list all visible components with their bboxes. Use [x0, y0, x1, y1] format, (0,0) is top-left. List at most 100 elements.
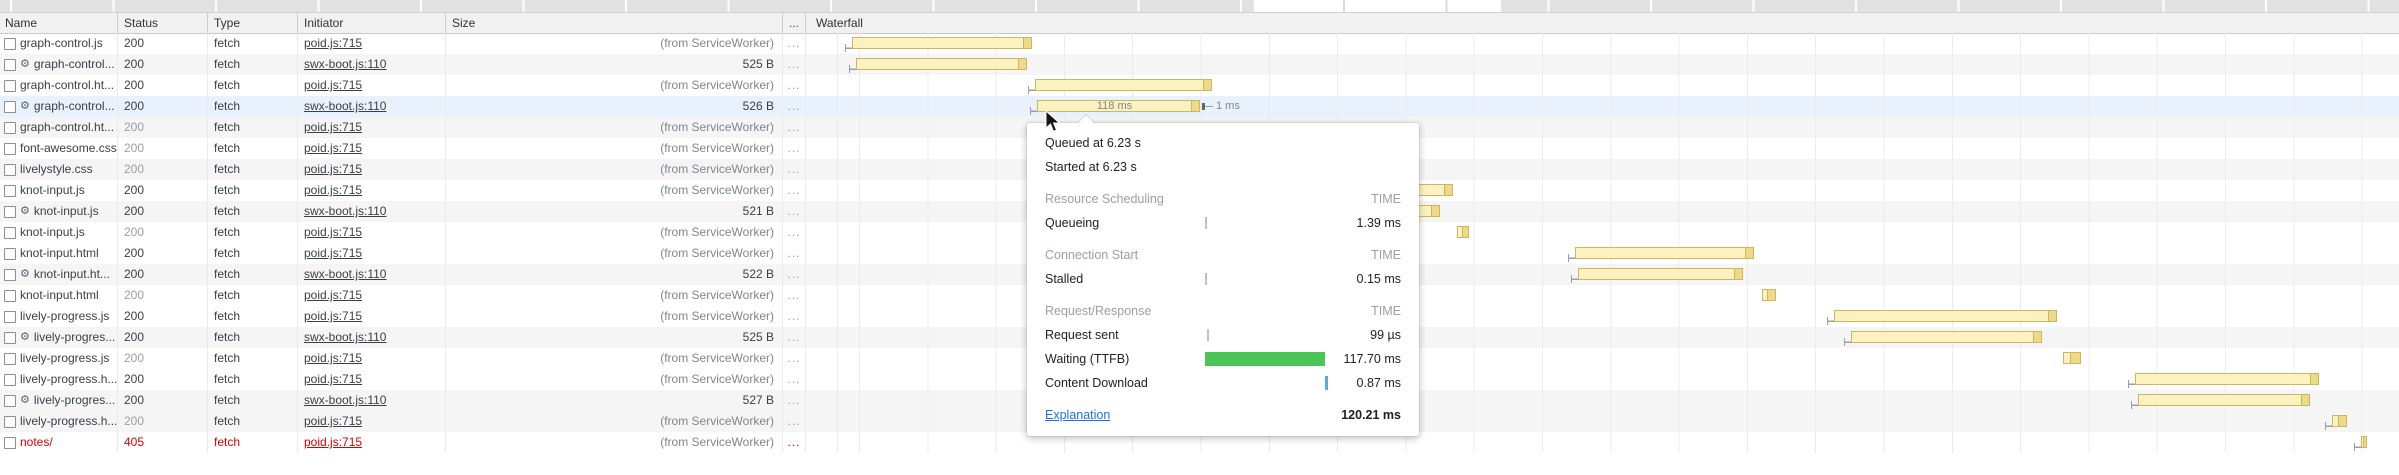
timing-row-waiting-ttfb: Waiting (TTFB) 117.70 ms	[1045, 347, 1401, 371]
request-sent-tick	[1571, 275, 1578, 283]
request-name-cell[interactable]: ⚙ livelystyle.css	[0, 159, 118, 180]
column-header-size[interactable]: Size	[446, 13, 783, 33]
waterfall-bar[interactable]	[1834, 310, 2057, 322]
network-overview-strip[interactable]	[0, 0, 2399, 13]
column-header-initiator[interactable]: Initiator	[298, 13, 446, 33]
explanation-link[interactable]: Explanation	[1045, 408, 1110, 422]
request-sent-tick	[2128, 380, 2135, 388]
request-type-cell: fetch	[208, 222, 298, 243]
initiator-link[interactable]: poid.js:715	[304, 351, 362, 365]
waterfall-bar[interactable]	[1578, 268, 1743, 280]
initiator-link[interactable]: poid.js:715	[304, 435, 362, 449]
column-header-waterfall[interactable]: Waterfall	[806, 13, 2399, 33]
request-type-cell: fetch	[208, 54, 298, 75]
waterfall-bar[interactable]	[1457, 226, 1469, 238]
request-name-cell[interactable]: ⚙ knot-input.html	[0, 285, 118, 306]
initiator-link[interactable]: poid.js:715	[304, 288, 362, 302]
initiator-link[interactable]: poid.js:715	[304, 120, 362, 134]
request-name-cell[interactable]: ⚙ lively-progress.js	[0, 306, 118, 327]
waterfall-bar[interactable]	[1035, 79, 1212, 91]
request-name-cell[interactable]: ⚙ lively-progress.h...	[0, 369, 118, 390]
request-name-cell[interactable]: ⚙ graph-control...	[0, 96, 118, 117]
initiator-link[interactable]: poid.js:715	[304, 162, 362, 176]
service-worker-gear-icon: ⚙	[20, 59, 30, 70]
request-name-cell[interactable]: ⚙ knot-input.js	[0, 222, 118, 243]
file-icon	[4, 122, 16, 134]
initiator-link[interactable]: poid.js:715	[304, 372, 362, 386]
initiator-link[interactable]: swx-boot.js:110	[304, 267, 386, 281]
waterfall-bar[interactable]	[2138, 394, 2310, 406]
waterfall-bar[interactable]	[2361, 436, 2367, 448]
initiator-link[interactable]: poid.js:715	[304, 309, 362, 323]
request-name: lively-progres...	[34, 327, 115, 348]
request-name-cell[interactable]: ⚙ graph-control.ht...	[0, 75, 118, 96]
request-status-cell: 200	[118, 264, 208, 285]
row-more-dots: ...	[783, 390, 806, 411]
waterfall-bar[interactable]	[2063, 352, 2081, 364]
initiator-link[interactable]: swx-boot.js:110	[304, 330, 386, 344]
waterfall-cell[interactable]	[806, 33, 2399, 54]
request-name-cell[interactable]: ⚙ graph-control.ht...	[0, 117, 118, 138]
overview-selection-window[interactable]	[1253, 0, 1502, 12]
waterfall-bar[interactable]	[1762, 289, 1776, 301]
request-name-cell[interactable]: ⚙ lively-progress.h...	[0, 411, 118, 432]
request-sent-tick	[1028, 86, 1035, 94]
request-sent-tick	[1568, 254, 1575, 262]
waterfall-bar[interactable]	[1851, 331, 2042, 343]
request-name-cell[interactable]: ⚙ graph-control...	[0, 54, 118, 75]
request-name-cell[interactable]: ⚙ lively-progres...	[0, 327, 118, 348]
waterfall-bar[interactable]	[2135, 373, 2319, 385]
request-initiator-cell: poid.js:715	[298, 432, 446, 453]
request-name-cell[interactable]: ⚙ knot-input.js	[0, 180, 118, 201]
table-row[interactable]: ⚙ graph-control... 200 fetch swx-boot.js…	[0, 54, 2399, 75]
request-name-cell[interactable]: ⚙ font-awesome.css	[0, 138, 118, 159]
waterfall-bar[interactable]	[2332, 415, 2347, 427]
initiator-link[interactable]: poid.js:715	[304, 183, 362, 197]
request-name-cell[interactable]: ⚙ knot-input.ht...	[0, 264, 118, 285]
request-name-cell[interactable]: ⚙ graph-control.js	[0, 33, 118, 54]
file-icon	[4, 395, 16, 407]
waterfall-cell[interactable]	[806, 75, 2399, 96]
initiator-link[interactable]: poid.js:715	[304, 78, 362, 92]
request-size-cell: (from ServiceWorker)	[446, 432, 783, 453]
initiator-link[interactable]: swx-boot.js:110	[304, 57, 386, 71]
initiator-link[interactable]: poid.js:715	[304, 225, 362, 239]
column-header-type[interactable]: Type	[208, 13, 298, 33]
request-name-cell[interactable]: ⚙ knot-input.html	[0, 243, 118, 264]
initiator-link[interactable]: swx-boot.js:110	[304, 393, 386, 407]
initiator-link[interactable]: poid.js:715	[304, 414, 362, 428]
request-size-cell: 525 B	[446, 327, 783, 348]
column-header-name[interactable]: Name	[0, 13, 118, 33]
waterfall-bar[interactable]	[1575, 247, 1754, 259]
request-sent-tick	[2131, 401, 2138, 409]
request-type-cell: fetch	[208, 180, 298, 201]
waterfall-bar-download-cap	[1734, 269, 1742, 279]
request-name: knot-input.html	[20, 285, 99, 306]
request-sent-tick	[849, 65, 856, 73]
request-name-cell[interactable]: ⚙ notes/	[0, 432, 118, 453]
tooltip-footer: Explanation 120.21 ms	[1045, 403, 1401, 427]
request-initiator-cell: poid.js:715	[298, 411, 446, 432]
column-header-status[interactable]: Status	[118, 13, 208, 33]
request-name-cell[interactable]: ⚙ lively-progres...	[0, 390, 118, 411]
request-name-cell[interactable]: ⚙ lively-progress.js	[0, 348, 118, 369]
table-row[interactable]: ⚙ graph-control... 200 fetch swx-boot.js…	[0, 96, 2399, 117]
waterfall-bar[interactable]	[856, 58, 1027, 70]
table-row[interactable]: ⚙ graph-control.ht... 200 fetch poid.js:…	[0, 75, 2399, 96]
column-header-more[interactable]: ...	[783, 13, 806, 33]
initiator-link[interactable]: poid.js:715	[304, 141, 362, 155]
waterfall-cell[interactable]	[806, 54, 2399, 75]
table-row[interactable]: ⚙ graph-control.js 200 fetch poid.js:715…	[0, 33, 2399, 54]
initiator-link[interactable]: swx-boot.js:110	[304, 204, 386, 218]
initiator-link[interactable]: poid.js:715	[304, 36, 362, 50]
waterfall-bar[interactable]	[852, 37, 1032, 49]
request-name-cell[interactable]: ⚙ knot-input.js	[0, 201, 118, 222]
row-more-dots: ...	[783, 285, 806, 306]
initiator-link[interactable]: poid.js:715	[304, 246, 362, 260]
initiator-link[interactable]: swx-boot.js:110	[304, 99, 386, 113]
service-worker-gear-icon: ⚙	[20, 206, 30, 217]
network-table-header: Name Status Type Initiator Size ... Wate…	[0, 13, 2399, 34]
request-size-cell: (from ServiceWorker)	[446, 222, 783, 243]
request-name: knot-input.js	[20, 222, 85, 243]
request-type-cell: fetch	[208, 75, 298, 96]
